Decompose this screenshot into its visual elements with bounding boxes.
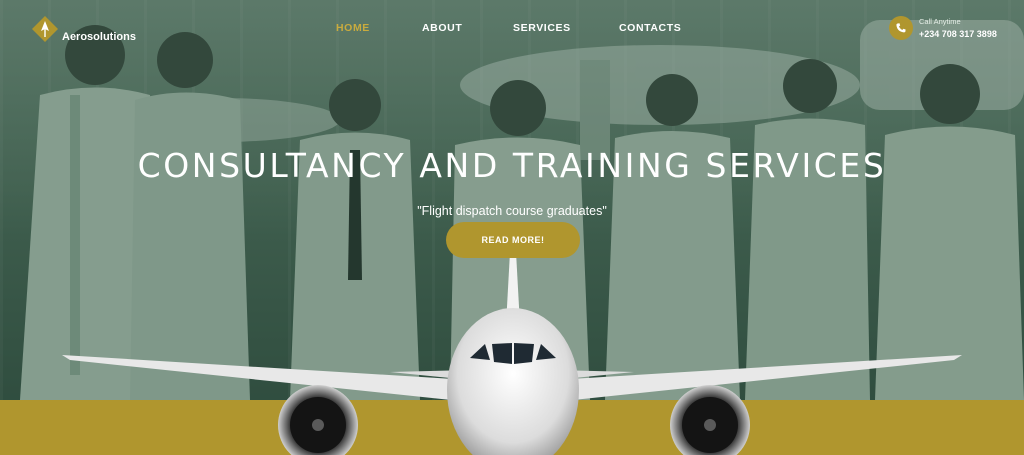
hero-title: CONSULTANCY AND TRAINING SERVICES (137, 146, 887, 185)
airliner-illustration (62, 252, 962, 455)
nav-about[interactable]: ABOUT (422, 22, 462, 34)
nav-home[interactable]: HOME (336, 22, 370, 34)
call-anytime[interactable]: Call Anytime +234 708 317 3898 (889, 16, 997, 40)
main-nav: HOME ABOUT SERVICES CONTACTS (0, 22, 1024, 38)
call-label: Call Anytime (919, 17, 961, 26)
nav-services[interactable]: SERVICES (513, 22, 571, 34)
hero-subtitle: "Flight dispatch course graduates" (417, 204, 607, 218)
phone-icon (889, 16, 913, 40)
nav-contacts[interactable]: CONTACTS (619, 22, 681, 34)
read-more-button[interactable]: READ MORE! (446, 222, 580, 258)
phone-number[interactable]: +234 708 317 3898 (919, 28, 997, 40)
